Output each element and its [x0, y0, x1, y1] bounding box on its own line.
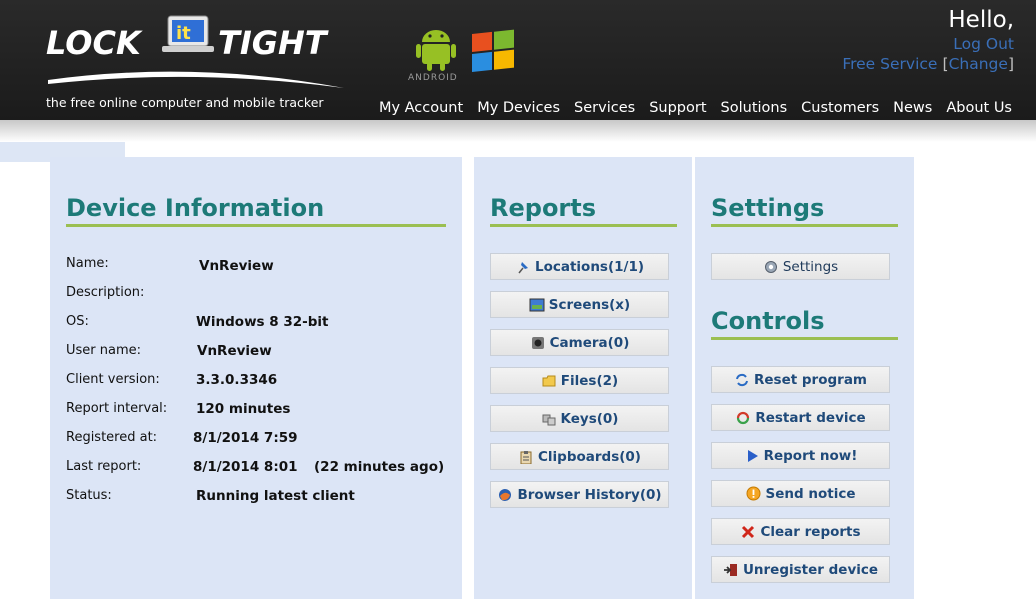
info-label: Report interval: [66, 401, 168, 416]
device-info-title: Device Information [66, 194, 325, 222]
screen-icon [529, 297, 545, 313]
play-icon [744, 448, 760, 464]
button-label: Locations(1/1) [534, 258, 645, 275]
info-label: Client version: [66, 372, 160, 387]
nav-news[interactable]: News [893, 100, 932, 116]
reset-program-button[interactable]: Reset program [711, 366, 890, 393]
hello-text: Hello, [948, 7, 1014, 33]
info-value: VnReview [199, 258, 274, 274]
folder-icon [541, 373, 557, 389]
settings-panel: Settings Settings Controls Reset program… [695, 157, 914, 599]
report-now-button[interactable]: Report now! [711, 442, 890, 469]
user-greeting: Hello, Log Out Free Service [Change] [842, 6, 1014, 74]
main-nav: My Account My Devices Services Support S… [365, 100, 1012, 116]
reports-panel: Reports Locations(1/1) Screens(x) Camera… [474, 157, 692, 599]
info-value: 8/1/2014 8:01 [193, 459, 298, 475]
logout-link[interactable]: Log Out [953, 35, 1014, 53]
pin-icon [515, 259, 531, 275]
button-label: Browser History(0) [517, 486, 662, 503]
svg-text:TIGHT: TIGHT [218, 24, 329, 62]
button-label: Send notice [765, 485, 856, 502]
reports-title: Reports [490, 194, 597, 222]
send-notice-button[interactable]: Send notice [711, 480, 890, 507]
title-underline [66, 224, 446, 227]
android-icon [416, 30, 456, 71]
info-label: User name: [66, 343, 142, 358]
bracket-close: ] [1007, 55, 1014, 73]
title-underline [490, 224, 677, 227]
os-icons: ANDROID [408, 29, 514, 82]
reset-icon [734, 372, 750, 388]
button-label: Camera(0) [549, 334, 630, 351]
clipboards-button[interactable]: Clipboards(0) [490, 443, 669, 470]
title-underline [711, 337, 898, 340]
nav-about-us[interactable]: About Us [946, 100, 1012, 116]
info-label: Description: [66, 285, 145, 300]
nav-solutions[interactable]: Solutions [721, 100, 788, 116]
browser-history-button[interactable]: Browser History(0) [490, 481, 669, 508]
clipboard-icon [518, 449, 534, 465]
screens-button[interactable]: Screens(x) [490, 291, 669, 318]
info-extra: (22 minutes ago) [314, 459, 445, 475]
lockittight-logo[interactable]: LOCK it TIGHT [44, 14, 350, 92]
button-label: Unregister device [742, 561, 879, 578]
info-label: Name: [66, 256, 109, 271]
keys-button[interactable]: Keys(0) [490, 405, 669, 432]
button-label: Keys(0) [560, 410, 619, 427]
locations-button[interactable]: Locations(1/1) [490, 253, 669, 280]
info-value: Windows 8 32-bit [196, 314, 329, 330]
button-label: Settings [782, 258, 839, 275]
info-value: 8/1/2014 7:59 [193, 430, 298, 446]
nav-my-devices[interactable]: My Devices [477, 100, 560, 116]
info-value: VnReview [197, 343, 272, 359]
svg-text:LOCK: LOCK [46, 24, 143, 62]
info-label: Registered at: [66, 430, 158, 445]
restart-device-button[interactable]: Restart device [711, 404, 890, 431]
nav-services[interactable]: Services [574, 100, 635, 116]
keys-icon [541, 411, 557, 427]
camera-button[interactable]: Camera(0) [490, 329, 669, 356]
button-label: Screens(x) [548, 296, 631, 313]
site-header: LOCK it TIGHT the free online computer a… [0, 0, 1036, 120]
header-shadow [0, 120, 1036, 142]
close-icon [740, 524, 756, 540]
nav-my-account[interactable]: My Account [379, 100, 463, 116]
button-label: Restart device [755, 409, 866, 426]
info-value: 120 minutes [196, 401, 291, 417]
button-label: Clipboards(0) [538, 448, 641, 465]
button-label: Reset program [754, 371, 867, 388]
settings-title: Settings [711, 194, 825, 222]
service-link[interactable]: Free Service [842, 55, 937, 73]
camera-icon [530, 335, 546, 351]
windows-icon [472, 29, 514, 72]
tab-stub-lower [0, 142, 50, 162]
tagline: the free online computer and mobile trac… [46, 95, 324, 110]
device-info-panel: Device Information Name: VnReview Descri… [50, 157, 462, 599]
info-value: 3.3.0.3346 [196, 372, 278, 388]
files-button[interactable]: Files(2) [490, 367, 669, 394]
button-label: Files(2) [560, 372, 619, 389]
settings-button[interactable]: Settings [711, 253, 890, 280]
info-label: Last report: [66, 459, 142, 474]
browser-icon [497, 487, 513, 503]
gear-icon [763, 259, 779, 275]
nav-support[interactable]: Support [649, 100, 706, 116]
notice-icon [746, 486, 762, 502]
controls-title: Controls [711, 307, 825, 335]
unregister-device-button[interactable]: Unregister device [711, 556, 890, 583]
button-label: Clear reports [760, 523, 861, 540]
clear-reports-button[interactable]: Clear reports [711, 518, 890, 545]
unregister-icon [723, 562, 739, 578]
svg-text:ANDROID: ANDROID [408, 73, 458, 82]
button-label: Report now! [763, 447, 858, 464]
change-link[interactable]: Change [949, 55, 1008, 73]
info-value: Running latest client [196, 488, 355, 504]
info-label: OS: [66, 314, 89, 329]
nav-customers[interactable]: Customers [801, 100, 879, 116]
info-label: Status: [66, 488, 112, 503]
restart-icon [735, 410, 751, 426]
svg-text:it: it [176, 23, 191, 44]
title-underline [711, 224, 898, 227]
